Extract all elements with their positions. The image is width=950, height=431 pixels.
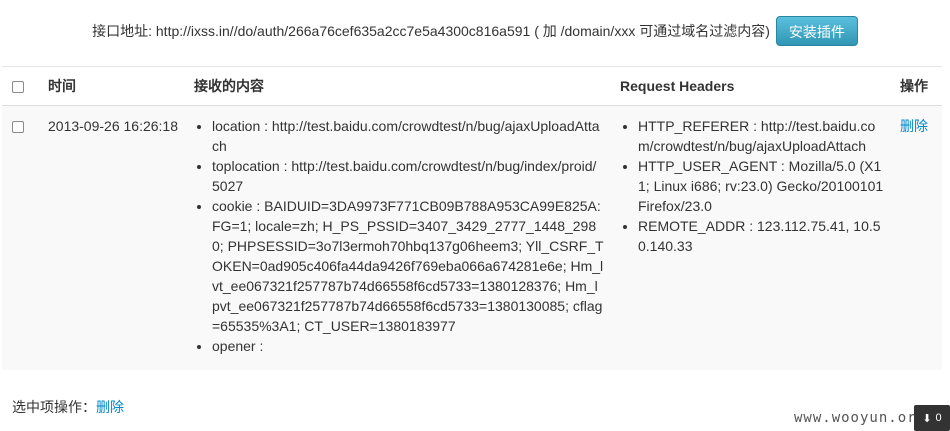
- column-header-request-headers: Request Headers: [612, 66, 892, 106]
- row-time: 2013-09-26 16:26:18: [40, 105, 186, 370]
- select-all-checkbox[interactable]: [12, 81, 24, 94]
- column-header-actions: 操作: [892, 66, 942, 106]
- bulk-actions: 选中项操作：删除: [12, 397, 124, 417]
- column-header-time: 时间: [40, 66, 186, 106]
- table-header-row: 时间 接收的内容 Request Headers 操作: [2, 66, 942, 106]
- install-plugin-button[interactable]: 安装插件: [775, 16, 858, 46]
- header-http-user-agent: HTTP_USER_AGENT : Mozilla/5.0 (X11; Linu…: [638, 156, 884, 216]
- row-content: location : http://test.baidu.com/crowdte…: [186, 105, 612, 370]
- column-header-content: 接收的内容: [186, 66, 612, 106]
- api-address-text: 接口地址: http://ixss.in//do/auth/266a76cef6…: [92, 23, 770, 39]
- download-arrow-icon: ⬇: [922, 412, 932, 425]
- content-toplocation: toplocation : http://test.baidu.com/crow…: [212, 156, 604, 196]
- download-widget[interactable]: ⬇ 0: [914, 405, 950, 431]
- content-opener: opener :: [212, 336, 604, 356]
- api-address-bar: 接口地址: http://ixss.in//do/auth/266a76cef6…: [0, 15, 950, 47]
- records-table: 时间 接收的内容 Request Headers 操作 2013-09-26 1…: [2, 66, 942, 370]
- row-request-headers: HTTP_REFERER : http://test.baidu.com/cro…: [612, 105, 892, 370]
- header-remote-addr: REMOTE_ADDR : 123.112.75.41, 10.50.140.3…: [638, 216, 884, 256]
- content-cookie: cookie : BAIDUID=3DA9973F771CB09B788A953…: [212, 196, 604, 336]
- delete-row-link[interactable]: 删除: [900, 118, 928, 134]
- row-checkbox[interactable]: [12, 121, 24, 134]
- content-location: location : http://test.baidu.com/crowdte…: [212, 116, 604, 156]
- row-actions: 删除: [892, 105, 942, 370]
- bulk-delete-link[interactable]: 删除: [96, 399, 124, 415]
- header-http-referer: HTTP_REFERER : http://test.baidu.com/cro…: [638, 116, 884, 156]
- watermark: www.wooyun.org: [793, 410, 926, 426]
- download-count: 0: [935, 412, 942, 424]
- bulk-actions-label: 选中项操作：: [12, 399, 96, 415]
- table-row: 2013-09-26 16:26:18 location : http://te…: [2, 105, 942, 370]
- select-all-cell: [2, 66, 40, 106]
- row-select-cell: [2, 105, 40, 370]
